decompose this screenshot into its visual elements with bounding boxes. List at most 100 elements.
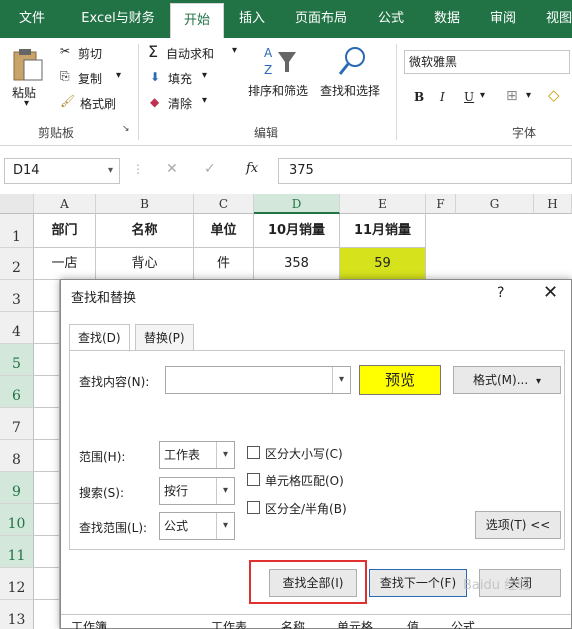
format-button[interactable]: 格式(M)... ▾ (453, 366, 561, 394)
row-header[interactable]: 4 (0, 312, 34, 344)
column-header-e[interactable]: E (340, 194, 426, 214)
format-painter-button[interactable]: 格式刷 (80, 95, 116, 112)
fill-dropdown-icon[interactable]: ▾ (202, 70, 207, 81)
results-column[interactable]: 公式 (451, 618, 475, 629)
row-header[interactable]: 3 (0, 280, 34, 312)
row-header[interactable]: 10 (0, 504, 34, 536)
row-header[interactable]: 8 (0, 440, 34, 472)
highlighted-cell[interactable]: 59 (340, 248, 426, 280)
paste-dropdown-icon[interactable]: ▾ (24, 98, 29, 109)
row-header[interactable]: 6 (0, 376, 34, 408)
column-header-b[interactable]: B (96, 194, 194, 214)
tab-review[interactable]: 审阅 (478, 0, 528, 38)
table-cell[interactable]: 358 (254, 248, 340, 280)
borders-dropdown-icon[interactable]: ▾ (526, 90, 531, 101)
tab-data[interactable]: 数据 (422, 0, 472, 38)
results-column[interactable]: 值 (407, 618, 419, 629)
row-header[interactable]: 11 (0, 536, 34, 568)
chevron-down-icon[interactable]: ▾ (216, 478, 234, 504)
match-entire-cell-label[interactable]: 单元格匹配(O) (265, 472, 344, 489)
options-button[interactable]: 选项(T) << (475, 511, 561, 539)
results-column[interactable]: 工作表 (211, 618, 247, 629)
results-column[interactable]: 单元格 (337, 618, 373, 629)
chevron-down-icon[interactable]: ▾ (332, 367, 350, 393)
results-column[interactable]: 名称 (281, 618, 305, 629)
underline-button[interactable]: U (464, 90, 474, 104)
table-cell[interactable] (34, 504, 60, 536)
row-header[interactable]: 5 (0, 344, 34, 376)
find-all-button[interactable]: 查找全部(I) (269, 569, 357, 597)
dialog-launcher-icon[interactable]: ↘ (122, 124, 130, 134)
table-header-cell[interactable]: 10月销量 (254, 214, 340, 248)
cancel-icon[interactable]: ✕ (166, 161, 178, 177)
clear-button[interactable]: 清除 (168, 95, 192, 112)
select-all-corner[interactable] (0, 194, 34, 214)
chevron-down-icon[interactable]: ▾ (108, 159, 113, 183)
table-cell[interactable]: 件 (194, 248, 254, 280)
row-header[interactable]: 9 (0, 472, 34, 504)
match-entire-cell-checkbox[interactable] (247, 473, 260, 486)
find-select-button[interactable]: 查找和选择 (320, 82, 380, 99)
row-header[interactable]: 2 (0, 248, 34, 280)
tab-replace[interactable]: 替换(P) (135, 324, 194, 351)
row-header[interactable]: 13 (0, 600, 34, 629)
results-column[interactable]: 工作簿 (71, 618, 107, 629)
table-cell[interactable] (34, 472, 60, 504)
copy-dropdown-icon[interactable]: ▾ (116, 70, 121, 81)
match-width-checkbox[interactable] (247, 501, 260, 514)
fill-button[interactable]: 填充 (168, 70, 192, 87)
cut-button[interactable]: 剪切 (78, 45, 102, 62)
table-header-cell[interactable]: 11月销量 (340, 214, 426, 248)
table-header-cell[interactable]: 单位 (194, 214, 254, 248)
insert-function-button[interactable]: fx (246, 161, 258, 176)
underline-dropdown-icon[interactable]: ▾ (480, 90, 485, 101)
table-cell[interactable] (34, 568, 60, 600)
table-cell[interactable]: 一店 (34, 248, 96, 280)
match-case-checkbox[interactable] (247, 446, 260, 459)
row-header[interactable]: 7 (0, 408, 34, 440)
tab-excel-finance[interactable]: Excel与财务 (70, 0, 166, 38)
enter-check-icon[interactable]: ✓ (204, 161, 216, 177)
row-header[interactable]: 1 (0, 214, 34, 248)
column-header-g[interactable]: G (456, 194, 534, 214)
tab-home[interactable]: 开始 (170, 3, 224, 38)
search-order-select[interactable]: 按行 ▾ (159, 477, 235, 505)
match-width-label[interactable]: 区分全/半角(B) (265, 500, 347, 517)
table-header-cell[interactable]: 名称 (96, 214, 194, 248)
clear-dropdown-icon[interactable]: ▾ (202, 95, 207, 106)
table-cell[interactable] (34, 312, 60, 344)
row-header[interactable]: 12 (0, 568, 34, 600)
font-name-select[interactable]: 微软雅黑 (404, 50, 570, 74)
find-what-input[interactable]: ▾ (165, 366, 351, 394)
fill-color-icon[interactable]: ◇ (548, 86, 560, 104)
table-cell[interactable] (34, 440, 60, 472)
column-header-h[interactable]: H (534, 194, 572, 214)
tab-view[interactable]: 视图 (534, 0, 572, 38)
table-header-cell[interactable]: 部门 (34, 214, 96, 248)
column-header-a[interactable]: A (34, 194, 96, 214)
table-cell[interactable] (34, 280, 60, 312)
tab-find[interactable]: 查找(D) (69, 324, 130, 352)
table-cell[interactable]: 背心 (96, 248, 194, 280)
table-cell[interactable] (34, 536, 60, 568)
look-in-select[interactable]: 公式 ▾ (159, 512, 235, 540)
autosum-dropdown-icon[interactable]: ▾ (232, 45, 237, 56)
help-button[interactable]: ? (497, 285, 504, 301)
name-box[interactable]: D14 ▾ (4, 158, 120, 184)
close-icon[interactable]: ✕ (543, 282, 558, 303)
chevron-down-icon[interactable]: ▾ (216, 513, 234, 539)
table-cell[interactable] (34, 344, 60, 376)
table-cell[interactable] (34, 600, 60, 629)
find-next-button[interactable]: 查找下一个(F) (369, 569, 467, 597)
within-select[interactable]: 工作表 ▾ (159, 441, 235, 469)
chevron-down-icon[interactable]: ▾ (216, 442, 234, 468)
sort-filter-button[interactable]: 排序和筛选 (248, 82, 308, 99)
copy-button[interactable]: 复制 (78, 70, 102, 87)
tab-insert[interactable]: 插入 (228, 0, 276, 38)
borders-icon[interactable]: ⊞ (506, 88, 518, 104)
italic-button[interactable]: I (440, 90, 445, 104)
column-header-c[interactable]: C (194, 194, 254, 214)
formula-input[interactable]: 375 (278, 158, 572, 184)
tab-formulas[interactable]: 公式 (366, 0, 416, 38)
bold-button[interactable]: B (414, 90, 424, 104)
